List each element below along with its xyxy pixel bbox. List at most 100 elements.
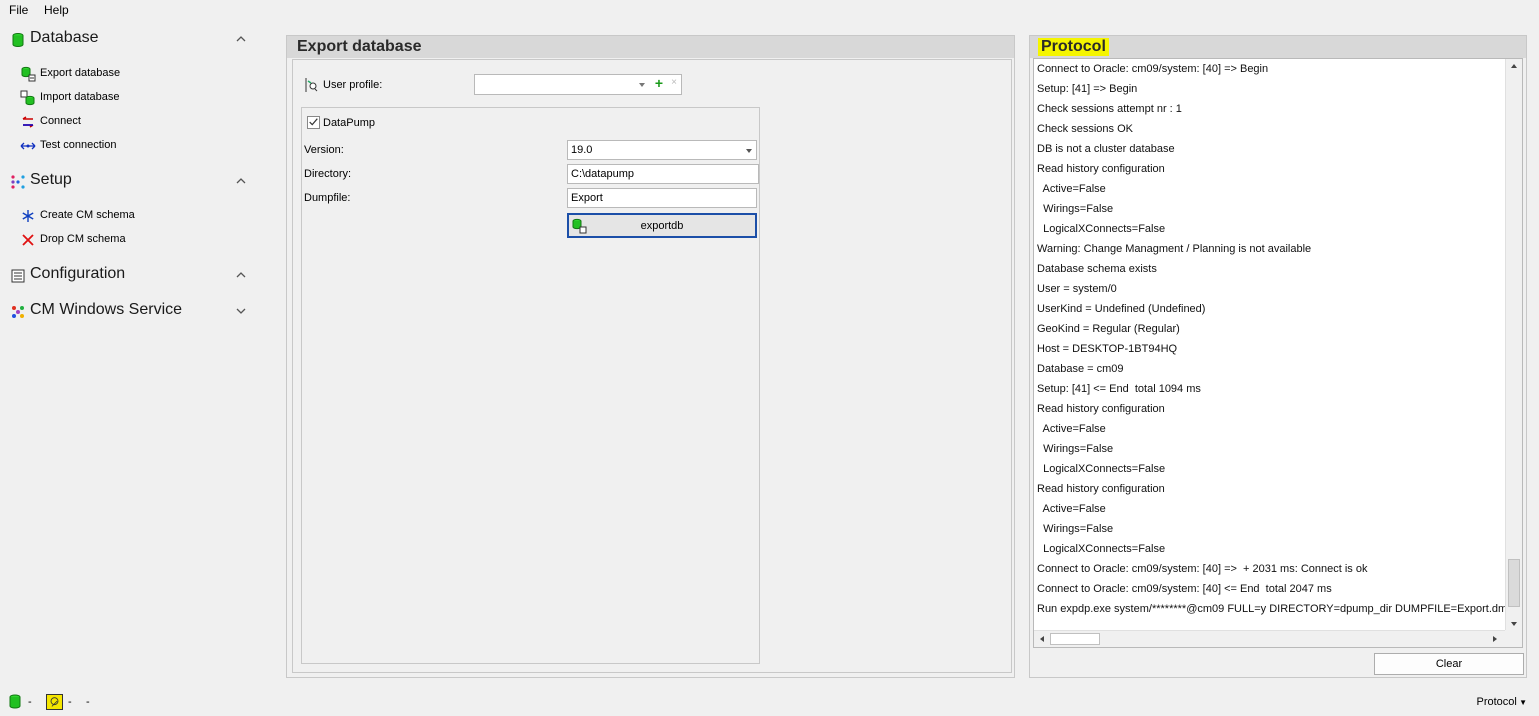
- group-setup[interactable]: Setup: [8, 170, 254, 194]
- log-line: Active=False: [1037, 503, 1106, 515]
- version-value: 19.0: [571, 144, 593, 156]
- database-icon: [12, 33, 24, 48]
- clear-button[interactable]: Clear: [1374, 653, 1524, 675]
- log-line: Wirings=False: [1037, 203, 1114, 215]
- sidebar-item-test-connection[interactable]: Test connection: [20, 137, 240, 155]
- chevron-up-icon[interactable]: [234, 32, 248, 46]
- log-line: LogicalXConnects=False: [1037, 223, 1166, 235]
- log-line: DB is not a cluster database: [1037, 143, 1175, 155]
- log-line: Warning: Change Managment / Planning is …: [1037, 243, 1312, 255]
- dumpfile-value: Export: [571, 192, 603, 204]
- datapump-group: DataPump Version: 19.0 Directory: C:\dat…: [301, 107, 760, 664]
- horizontal-scroll-thumb[interactable]: [1050, 633, 1100, 645]
- vertical-scrollbar[interactable]: [1505, 59, 1522, 631]
- log-line: Wirings=False: [1037, 443, 1114, 455]
- exportdb-label: exportdb: [640, 220, 684, 232]
- group-database-label: Database: [30, 29, 99, 46]
- protocol-title: Protocol: [1038, 38, 1109, 56]
- group-configuration[interactable]: Configuration: [8, 264, 254, 288]
- sidebar-item-import-database[interactable]: Import database: [20, 89, 240, 107]
- log-line: Connect to Oracle: cm09/system: [40] => …: [1037, 563, 1368, 575]
- dumpfile-input[interactable]: Export: [567, 188, 757, 208]
- service-icon: [12, 306, 24, 318]
- sidebar: Database Export database Import database…: [0, 22, 262, 682]
- protocol-log[interactable]: Connect to Oracle: cm09/system: [40] => …: [1033, 58, 1523, 648]
- add-icon[interactable]: +: [655, 75, 663, 91]
- log-line: Setup: [41] <= End total 1094 ms: [1037, 383, 1201, 395]
- chevron-up-icon[interactable]: [234, 174, 248, 188]
- directory-input[interactable]: C:\datapump: [567, 164, 759, 184]
- clear-icon[interactable]: ×: [671, 77, 677, 88]
- log-line: Active=False: [1037, 183, 1106, 195]
- export-panel-title: Export database: [297, 38, 422, 55]
- group-cm-windows-service-label: CM Windows Service: [30, 301, 183, 318]
- red-x-icon: [22, 234, 34, 246]
- chevron-down-icon[interactable]: [639, 83, 645, 87]
- import-db-icon: [20, 90, 35, 106]
- log-line: Database = cm09: [1037, 363, 1124, 375]
- log-line: GeoKind = Regular (Regular): [1037, 323, 1180, 335]
- scroll-right-icon[interactable]: [1490, 634, 1500, 644]
- log-line: Setup: [41] => Begin: [1037, 83, 1138, 95]
- log-line: Connect to Oracle: cm09/system: [40] <= …: [1037, 583, 1332, 595]
- scroll-corner: [1505, 630, 1522, 647]
- snowflake-icon: [22, 210, 34, 222]
- vertical-scroll-thumb[interactable]: [1508, 559, 1520, 607]
- database-status-icon: [9, 694, 21, 709]
- sidebar-item-create-cm-schema[interactable]: Create CM schema: [20, 207, 240, 225]
- list-icon: [11, 269, 25, 283]
- sidebar-item-export-database[interactable]: Export database: [20, 65, 240, 83]
- menu-help[interactable]: Help: [44, 3, 69, 17]
- export-panel-header: Export database: [287, 36, 1014, 58]
- log-line: Read history configuration: [1037, 403, 1165, 415]
- group-cm-windows-service[interactable]: CM Windows Service: [8, 300, 254, 324]
- version-select[interactable]: 19.0: [567, 140, 757, 160]
- scroll-down-icon[interactable]: [1509, 619, 1519, 629]
- group-database[interactable]: Database: [8, 28, 254, 52]
- protocol-menu[interactable]: Protocol ▼: [1477, 696, 1528, 708]
- sidebar-item-label: Create CM schema: [40, 209, 135, 221]
- group-configuration-label: Configuration: [30, 265, 126, 282]
- directory-label: Directory:: [304, 168, 352, 180]
- horizontal-scrollbar[interactable]: [1034, 630, 1522, 647]
- user-status-text: -: [68, 696, 72, 708]
- chevron-down-icon[interactable]: [746, 149, 752, 153]
- log-line: Read history configuration: [1037, 163, 1165, 175]
- sidebar-item-label: Drop CM schema: [40, 233, 126, 245]
- exportdb-button[interactable]: exportdb: [567, 213, 757, 238]
- log-line: Host = DESKTOP-1BT94HQ: [1037, 343, 1178, 355]
- scroll-up-icon[interactable]: [1509, 61, 1519, 71]
- chevron-down-icon: ▼: [1516, 698, 1527, 707]
- protocol-panel-header: Protocol: [1030, 36, 1526, 58]
- group-setup-label: Setup: [30, 171, 72, 188]
- user-profile-icon: [305, 78, 318, 92]
- dumpfile-label: Dumpfile:: [304, 192, 351, 204]
- sidebar-item-label: Import database: [40, 91, 120, 103]
- sidebar-item-label: Export database: [40, 67, 121, 79]
- log-line: Read history configuration: [1037, 483, 1165, 495]
- log-line: LogicalXConnects=False: [1037, 543, 1166, 555]
- chevron-up-icon[interactable]: [234, 268, 248, 282]
- log-line: User = system/0: [1037, 283, 1117, 295]
- connect-icon: [22, 116, 34, 128]
- sidebar-item-drop-cm-schema[interactable]: Drop CM schema: [20, 231, 240, 249]
- datapump-checkbox[interactable]: [307, 116, 320, 129]
- log-line: Check sessions OK: [1037, 123, 1133, 135]
- export-form: User profile: + × DataPump Version: 19.0…: [292, 59, 1012, 673]
- status-bar: - - - Protocol ▼: [0, 690, 1539, 716]
- directory-value: C:\datapump: [571, 168, 634, 180]
- extra-status-text: -: [86, 696, 90, 708]
- log-line: Database schema exists: [1037, 263, 1157, 275]
- menu-file[interactable]: File: [9, 3, 28, 17]
- protocol-menu-label: Protocol: [1476, 696, 1517, 708]
- menu-bar: File Help: [0, 0, 1539, 22]
- sidebar-item-label: Test connection: [40, 139, 117, 151]
- test-connection-icon: [20, 142, 36, 150]
- sidebar-item-connect[interactable]: Connect: [20, 113, 240, 131]
- datapump-label: DataPump: [323, 117, 375, 129]
- scroll-left-icon[interactable]: [1037, 634, 1047, 644]
- chevron-down-icon[interactable]: [234, 304, 248, 318]
- log-line: Wirings=False: [1037, 523, 1114, 535]
- user-profile-select[interactable]: + ×: [474, 74, 682, 95]
- sidebar-item-label: Connect: [40, 115, 81, 127]
